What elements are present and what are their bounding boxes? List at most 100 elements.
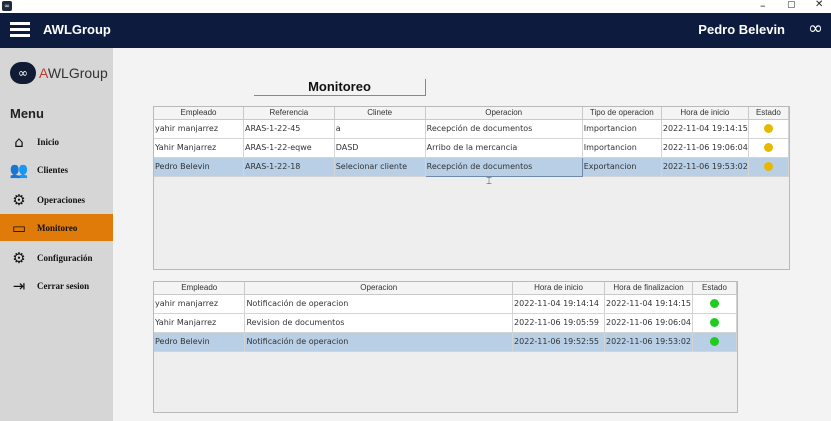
table-cell-empleado[interactable]: yahir manjarrez bbox=[154, 119, 245, 139]
column-header[interactable]: Tipo de operacion bbox=[582, 107, 662, 120]
sidebar-item-label: Operaciones bbox=[37, 194, 85, 205]
close-button[interactable]: ✕ bbox=[815, 0, 823, 10]
table-cell-estado bbox=[748, 138, 790, 158]
table-cell-empleado[interactable]: yahir manjarrez bbox=[154, 294, 246, 314]
table-cell-cliente[interactable]: a bbox=[334, 119, 426, 139]
column-header[interactable]: Empleado bbox=[154, 107, 245, 120]
table-cell-estado bbox=[748, 119, 790, 139]
status-dot-icon bbox=[763, 124, 773, 133]
sidebar-item-label: Monitoreo bbox=[37, 222, 78, 233]
status-dot-icon bbox=[710, 318, 719, 327]
table-row[interactable]: Yahir Manjarrez ARAS-1-22-eqwe DASD Arribo … bbox=[154, 138, 790, 158]
table-cell-fin[interactable]: 2022-11-06 19:06:04 bbox=[604, 313, 694, 333]
settings-icon: ⚙ bbox=[12, 248, 26, 267]
company-logo: ∞ AWLGroup bbox=[10, 62, 108, 84]
active-operations-table: Empleado Referencia Clinete Operacion Tipo d… bbox=[153, 106, 790, 270]
sidebar-item-clientes[interactable]: 👥 Clientes bbox=[0, 156, 113, 183]
table-row[interactable]: yahir manjarrez ARAS-1-22-45 a Recepción de… bbox=[154, 119, 790, 139]
hamburger-menu-icon[interactable] bbox=[10, 22, 30, 38]
table-cell-empleado[interactable]: Pedro Belevin bbox=[154, 157, 245, 177]
minimize-button[interactable]: – bbox=[760, 0, 766, 12]
column-header[interactable]: Hora de inicio bbox=[661, 107, 749, 120]
column-header[interactable]: Referencia bbox=[243, 107, 335, 120]
column-header[interactable]: Empleado bbox=[154, 282, 246, 295]
table-row[interactable]: Yahir Manjarrez Revision de documentos 202… bbox=[154, 313, 737, 333]
table-cell-inicio[interactable]: 2022-11-06 19:05:59 bbox=[512, 313, 606, 333]
status-dot-icon bbox=[710, 299, 719, 308]
active-operations-grid: Empleado Referencia Clinete Operacion Tipo d… bbox=[154, 107, 790, 177]
table-cell-inicio[interactable]: 2022-11-04 19:14:14 bbox=[512, 294, 606, 314]
column-header[interactable]: Clinete bbox=[334, 107, 426, 120]
table-cell-inicio[interactable]: 2022-11-06 19:52:55 bbox=[512, 332, 606, 352]
app-title: AWLGroup bbox=[43, 22, 111, 37]
sidebar: ∞ AWLGroup Menu ⌂ Inicio 👥 Clientes ⚙ Operaci… bbox=[0, 48, 113, 421]
infinity-logo-icon: ∞ bbox=[10, 62, 36, 84]
sidebar-item-cerrar-sesion[interactable]: ⇥ Cerrar sesion bbox=[0, 272, 113, 299]
column-header[interactable]: Estado bbox=[692, 282, 737, 295]
logout-icon: ⇥ bbox=[12, 276, 26, 295]
home-icon: ⌂ bbox=[14, 132, 24, 151]
table-cell-hora[interactable]: 2022-11-06 19:06:04 bbox=[661, 138, 749, 158]
table-cell-operacion[interactable]: Arribo de la mercancia bbox=[425, 138, 583, 158]
table-cell-hora[interactable]: 2022-11-06 19:53:02 bbox=[661, 157, 749, 177]
text-cursor-icon: ⌶ bbox=[486, 176, 492, 187]
gears-icon: ⚙ bbox=[12, 190, 26, 209]
table-cell-referencia[interactable]: ARAS-1-22-eqwe bbox=[243, 138, 335, 158]
table-cell-fin[interactable]: 2022-11-04 19:14:15 bbox=[604, 294, 694, 314]
logo-text: WLGroup bbox=[47, 65, 108, 81]
column-header[interactable]: Estado bbox=[748, 107, 790, 120]
column-header[interactable]: Operacion bbox=[244, 282, 514, 295]
maximize-button[interactable]: ▢ bbox=[787, 0, 796, 10]
app-window-icon: ∞ bbox=[2, 1, 12, 11]
infinity-logo-icon: ∞ bbox=[808, 18, 823, 39]
column-header[interactable]: Hora de finalizacion bbox=[604, 282, 694, 295]
sidebar-item-label: Clientes bbox=[37, 164, 68, 175]
table-cell-hora[interactable]: 2022-11-04 19:14:15 bbox=[661, 119, 749, 139]
column-header[interactable]: Hora de inicio bbox=[512, 282, 606, 295]
page-title: Monitoreo bbox=[254, 79, 426, 96]
table-cell-estado bbox=[692, 313, 737, 333]
table-cell-operacion[interactable]: Recepción de documentos bbox=[425, 119, 583, 139]
table-row[interactable]: Pedro Belevin Notificación de operacion 20… bbox=[154, 332, 737, 352]
sidebar-item-operaciones[interactable]: ⚙ Operaciones bbox=[0, 186, 113, 213]
main-content: Monitoreo Empleado Referencia Clinete Opera… bbox=[113, 48, 831, 421]
table-cell-estado bbox=[692, 332, 737, 352]
sidebar-item-configuraci-n[interactable]: ⚙ Configuración bbox=[0, 244, 113, 271]
sidebar-item-label: Cerrar sesion bbox=[37, 280, 90, 291]
table-cell-tipo[interactable]: Exportancion bbox=[582, 157, 662, 177]
table-row[interactable]: yahir manjarrez Notificación de operacion… bbox=[154, 294, 737, 314]
sidebar-item-inicio[interactable]: ⌂ Inicio bbox=[0, 128, 113, 155]
table-cell-empleado[interactable]: Yahir Manjarrez bbox=[154, 138, 245, 158]
table-cell-operacion[interactable]: Notificación de operacion bbox=[244, 294, 514, 314]
status-dot-icon bbox=[763, 162, 773, 171]
table-cell-operacion[interactable]: Recepción de documentos bbox=[424, 156, 583, 177]
table-row[interactable]: Pedro Belevin ARAS-1-22-18 Selecionar clie… bbox=[154, 156, 790, 177]
monitor-icon: ▭ bbox=[11, 218, 27, 237]
status-dot-icon bbox=[710, 337, 719, 346]
table-cell-empleado[interactable]: Pedro Belevin bbox=[154, 332, 246, 352]
table-cell-tipo[interactable]: Importancion bbox=[582, 119, 662, 139]
table-cell-operacion[interactable]: Revision de documentos bbox=[244, 313, 514, 333]
sidebar-item-monitoreo[interactable]: ▭ Monitoreo bbox=[0, 214, 113, 241]
sidebar-item-label: Inicio bbox=[37, 136, 60, 147]
table-cell-empleado[interactable]: Yahir Manjarrez bbox=[154, 313, 246, 333]
column-header[interactable]: Operacion bbox=[425, 107, 583, 120]
table-cell-referencia[interactable]: ARAS-1-22-45 bbox=[243, 119, 335, 139]
table-cell-tipo[interactable]: Importancion bbox=[582, 138, 662, 158]
table-cell-estado bbox=[692, 294, 737, 314]
window-titlebar: ∞ – ▢ ✕ bbox=[0, 0, 831, 13]
menu-title: Menu bbox=[10, 106, 44, 121]
completed-operations-grid: Empleado Operacion Hora de inicio Hora de f… bbox=[154, 282, 737, 352]
completed-operations-table: Empleado Operacion Hora de inicio Hora de f… bbox=[153, 281, 738, 413]
logo-accent: A bbox=[39, 65, 48, 81]
table-cell-cliente[interactable]: DASD bbox=[334, 138, 426, 158]
user-name: Pedro Belevin bbox=[698, 22, 785, 37]
table-cell-referencia[interactable]: ARAS-1-22-18 bbox=[243, 157, 335, 177]
app-header: AWLGroup Pedro Belevin ∞ bbox=[0, 13, 831, 48]
status-dot-icon bbox=[763, 143, 773, 152]
sidebar-item-label: Configuración bbox=[37, 252, 93, 263]
table-cell-fin[interactable]: 2022-11-06 19:53:02 bbox=[604, 332, 694, 352]
table-cell-operacion[interactable]: Notificación de operacion bbox=[244, 332, 514, 352]
table-cell-estado bbox=[748, 157, 790, 177]
table-cell-cliente[interactable]: Selecionar cliente bbox=[334, 157, 426, 177]
